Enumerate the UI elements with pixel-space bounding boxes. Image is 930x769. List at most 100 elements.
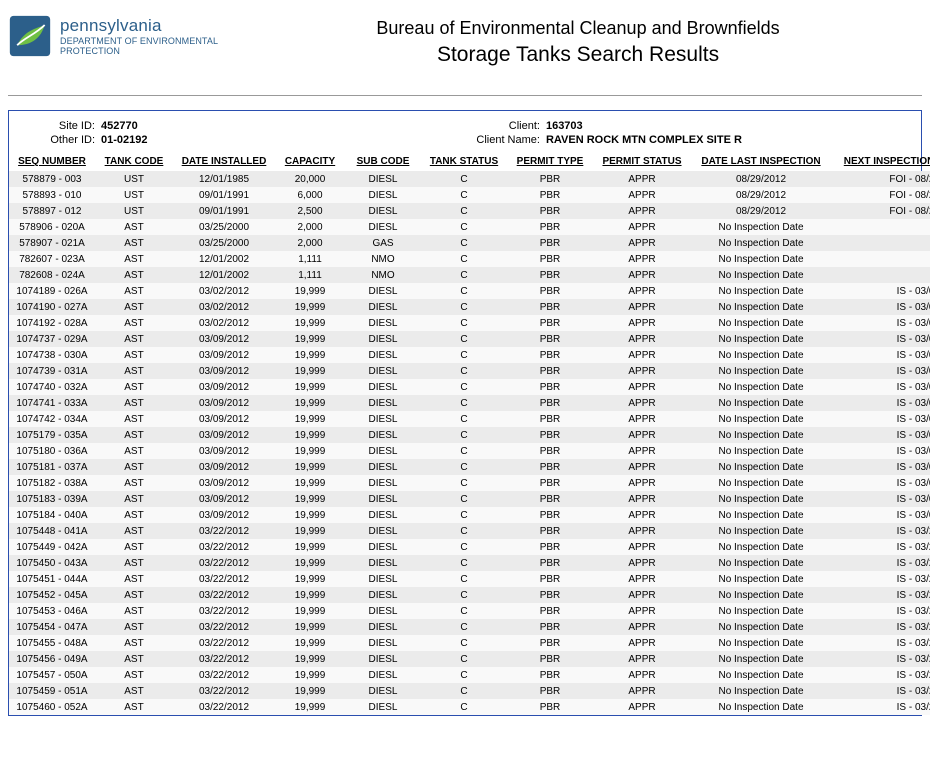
cell-status: C [421, 331, 507, 347]
cell-next: IS - 03/22/2022 [831, 555, 930, 571]
cell-tank: AST [95, 251, 173, 267]
cell-last: No Inspection Date [691, 283, 831, 299]
cell-status: C [421, 603, 507, 619]
cell-seq: 1074742 - 034A [9, 411, 95, 427]
cell-installed: 03/09/2012 [173, 475, 275, 491]
cell-tank: AST [95, 507, 173, 523]
cell-pstatus: APPR [593, 347, 691, 363]
cell-pstatus: APPR [593, 315, 691, 331]
cell-status: C [421, 667, 507, 683]
cell-tank: AST [95, 331, 173, 347]
cell-ptype: PBR [507, 539, 593, 555]
table-row: 1075459 - 051AAST03/22/201219,999DIESLCP… [9, 683, 930, 699]
cell-seq: 1074737 - 029A [9, 331, 95, 347]
table-row: 1075452 - 045AAST03/22/201219,999DIESLCP… [9, 587, 930, 603]
cell-tank: AST [95, 619, 173, 635]
table-row: 1075184 - 040AAST03/09/201219,999DIESLCP… [9, 507, 930, 523]
cell-seq: 1075182 - 038A [9, 475, 95, 491]
cell-tank: AST [95, 475, 173, 491]
col-installed-header: DATE INSTALLED [173, 153, 275, 171]
cell-seq: 1075184 - 040A [9, 507, 95, 523]
cell-next: IS - 03/22/2022 [831, 603, 930, 619]
cell-sub: DIESL [345, 603, 421, 619]
cell-tank: AST [95, 235, 173, 251]
cell-installed: 03/09/2012 [173, 443, 275, 459]
cell-next: IS - 03/22/2022 [831, 539, 930, 555]
table-row: 578893 - 010UST09/01/19916,000DIESLCPBRA… [9, 187, 930, 203]
cell-capacity: 19,999 [275, 667, 345, 683]
cell-last: No Inspection Date [691, 587, 831, 603]
table-row: 1075450 - 043AAST03/22/201219,999DIESLCP… [9, 555, 930, 571]
cell-tank: UST [95, 171, 173, 187]
cell-capacity: 19,999 [275, 299, 345, 315]
cell-tank: AST [95, 315, 173, 331]
cell-tank: AST [95, 379, 173, 395]
cell-status: C [421, 315, 507, 331]
cell-pstatus: APPR [593, 555, 691, 571]
table-row: 1074737 - 029AAST03/09/201219,999DIESLCP… [9, 331, 930, 347]
cell-pstatus: APPR [593, 523, 691, 539]
col-sub-header: SUB CODE [345, 153, 421, 171]
cell-seq: 1075454 - 047A [9, 619, 95, 635]
meta-block: Site ID: 452770 Client: 163703 Other ID:… [9, 111, 921, 153]
cell-installed: 03/22/2012 [173, 555, 275, 571]
cell-capacity: 19,999 [275, 635, 345, 651]
cell-next: IS - 03/02/2022 [831, 299, 930, 315]
cell-last: No Inspection Date [691, 507, 831, 523]
cell-installed: 03/02/2012 [173, 299, 275, 315]
cell-ptype: PBR [507, 443, 593, 459]
cell-next: IS - 03/09/2022 [831, 411, 930, 427]
cell-last: No Inspection Date [691, 475, 831, 491]
cell-next [831, 219, 930, 235]
cell-tank: AST [95, 699, 173, 715]
cell-sub: DIESL [345, 699, 421, 715]
other-id-label: Other ID: [15, 133, 97, 147]
cell-capacity: 19,999 [275, 443, 345, 459]
table-row: 1075183 - 039AAST03/09/201219,999DIESLCP… [9, 491, 930, 507]
cell-seq: 1075180 - 036A [9, 443, 95, 459]
table-row: 1074741 - 033AAST03/09/201219,999DIESLCP… [9, 395, 930, 411]
cell-seq: 1075448 - 041A [9, 523, 95, 539]
cell-last: No Inspection Date [691, 667, 831, 683]
cell-sub: GAS [345, 235, 421, 251]
cell-installed: 03/22/2012 [173, 523, 275, 539]
cell-status: C [421, 683, 507, 699]
cell-tank: UST [95, 203, 173, 219]
cell-pstatus: APPR [593, 363, 691, 379]
cell-capacity: 19,999 [275, 587, 345, 603]
cell-status: C [421, 475, 507, 491]
cell-installed: 03/09/2012 [173, 331, 275, 347]
cell-ptype: PBR [507, 603, 593, 619]
cell-last: No Inspection Date [691, 571, 831, 587]
cell-installed: 03/22/2012 [173, 667, 275, 683]
cell-sub: DIESL [345, 507, 421, 523]
cell-ptype: PBR [507, 619, 593, 635]
cell-installed: 03/22/2012 [173, 635, 275, 651]
cell-sub: DIESL [345, 523, 421, 539]
cell-ptype: PBR [507, 395, 593, 411]
cell-next: FOI - 08/29/2015 [831, 187, 930, 203]
cell-tank: AST [95, 459, 173, 475]
cell-status: C [421, 187, 507, 203]
cell-seq: 1075452 - 045A [9, 587, 95, 603]
cell-installed: 03/02/2012 [173, 315, 275, 331]
cell-tank: AST [95, 587, 173, 603]
cell-tank: AST [95, 635, 173, 651]
cell-sub: DIESL [345, 203, 421, 219]
cell-sub: DIESL [345, 379, 421, 395]
cell-sub: DIESL [345, 555, 421, 571]
cell-seq: 782608 - 024A [9, 267, 95, 283]
cell-status: C [421, 587, 507, 603]
cell-pstatus: APPR [593, 443, 691, 459]
cell-installed: 03/02/2012 [173, 283, 275, 299]
cell-seq: 1074189 - 026A [9, 283, 95, 299]
cell-next: IS - 03/22/2022 [831, 523, 930, 539]
cell-status: C [421, 235, 507, 251]
cell-next: IS - 03/09/2022 [831, 395, 930, 411]
cell-sub: DIESL [345, 347, 421, 363]
cell-capacity: 19,999 [275, 379, 345, 395]
cell-last: 08/29/2012 [691, 171, 831, 187]
cell-pstatus: APPR [593, 667, 691, 683]
cell-tank: AST [95, 363, 173, 379]
table-row: 1075448 - 041AAST03/22/201219,999DIESLCP… [9, 523, 930, 539]
